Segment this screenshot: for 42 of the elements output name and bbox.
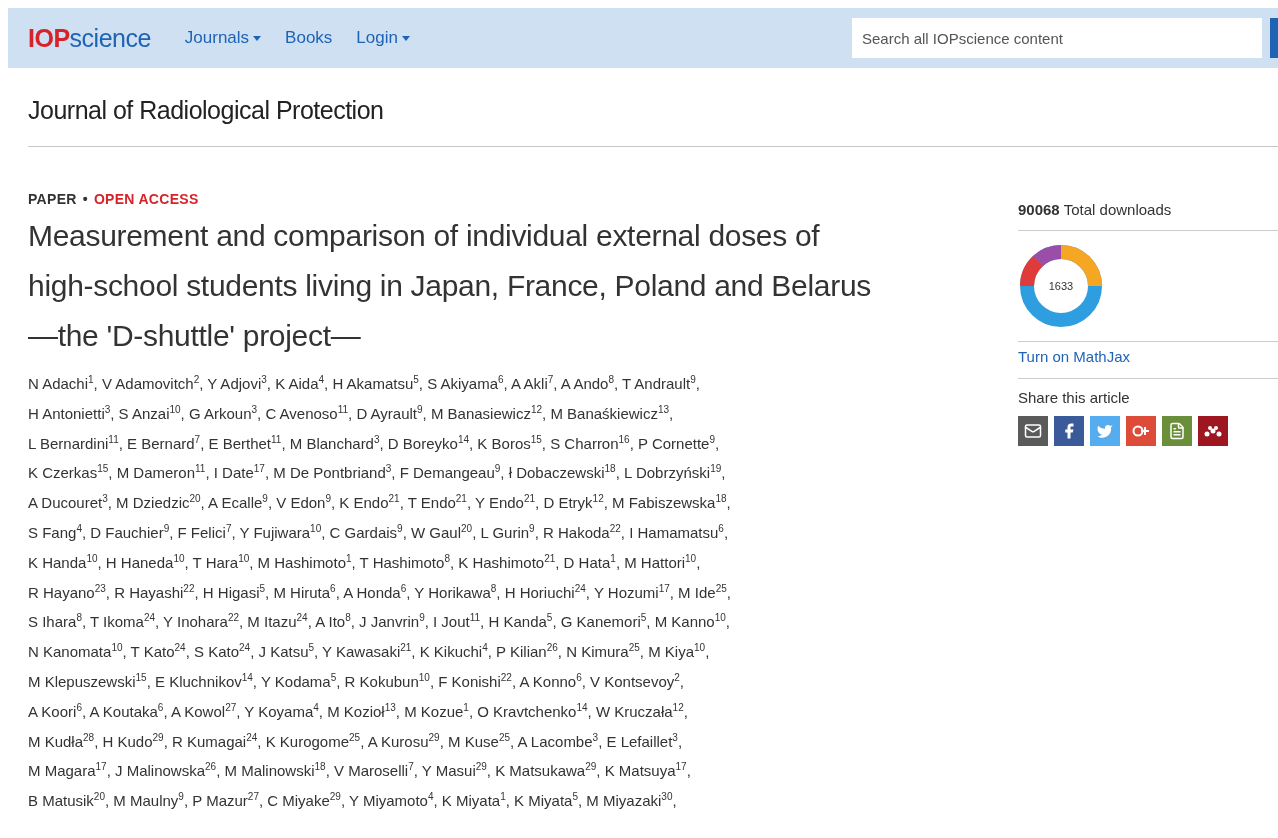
- mendeley-icon: [1204, 425, 1222, 437]
- author-list-line: M Klepuszewski$^{15}$, E Kluchnikov$^{14}$, Y Kodama$^{5}$, R Kokubun$^{10}$, F Konishi$^{22}$, A Konno$^{6}$, V Kontsevoy$^{2}$,: [28, 670, 686, 692]
- google-plus-icon: [1132, 424, 1150, 438]
- altmetric-donut-icon[interactable]: 1633: [1018, 243, 1104, 329]
- share-button[interactable]: [1126, 416, 1156, 446]
- author-list-line: K Czerkas$^{15}$, M Dameron$^{11}$, I Date$^{17}$, M De Pontbriand$^{3}$, F Demangeau$^{9}$, ł Dobaczewski$^{18}$, L Dobrzyński$^{19}$,: [28, 462, 727, 484]
- author-list-line: S Ihara$^{8}$, T Ikoma$^{24}$, Y Inohara$^{22}$, M Itazu$^{24}$, A Ito$^{8}$, J Janvrin$^{9}$, I Jout$^{11}$, H Kanda$^{5}$, G Kanemori$^{5}$, M Kanno$^{10}$,: [28, 611, 731, 633]
- author-list-line: L Bernardini$^{11}$, E Bernard$^{7}$, E Berthet$^{11}$, M Blanchard$^{3}$, D Boreyko$^{14}$, K Boros$^{15}$, S Charron$^{16}$, P Cornette$^{9}$,: [28, 432, 721, 454]
- author-list-line: H Antonietti$^{3}$, S Anzai$^{10}$, G Arkoun$^{3}$, C Avenoso$^{11}$, D Ayrault$^{9}$, M Banasiewicz$^{12}$, M Banaśkiewicz$^{13}$,: [28, 402, 675, 424]
- site-logo[interactable]: IOPscience: [28, 23, 151, 53]
- share-button[interactable]: [1198, 416, 1228, 446]
- download-count: 90068: [1018, 201, 1060, 218]
- author-list-line: A Koori$^{6}$, A Koutaka$^{6}$, A Kowol$^{27}$, Y Koyama$^{4}$, M Kozioł$^{13}$, M Kozue$^{1}$, O Kravtchenko$^{14}$, W Kruczała$^{12}$,: [28, 700, 689, 722]
- author-list-line: M Kudła$^{28}$, H Kudo$^{29}$, R Kumagai$^{24}$, K Kurogome$^{25}$, A Kurosu$^{29}$, M Kuse$^{25}$, A Lacombe$^{3}$, E Lefaillet$^{3}$,: [28, 730, 684, 752]
- share-heading: Share this article: [1018, 389, 1131, 406]
- nav-link[interactable]: Journals: [184, 28, 262, 48]
- article-title: Measurement and comparison of individual external doses of high-school students living in Japan, France, Poland and Belarus—the 'D-shuttle' project—: [28, 218, 872, 354]
- document-icon: [1168, 422, 1186, 440]
- article-type: PAPER: [28, 191, 77, 207]
- mathjax-link[interactable]: Turn on MathJax: [1018, 348, 1130, 365]
- nav-link[interactable]: Books: [285, 28, 333, 48]
- caret-icon: [401, 35, 410, 41]
- author-list-line: R Hayano$^{23}$, R Hayashi$^{22}$, H Higasi$^{5}$, M Hiruta$^{6}$, A Honda$^{6}$, Y Horikawa$^{8}$, H Horiuchi$^{24}$, Y Hozumi$^{17}$, M Ide$^{25}$,: [28, 581, 732, 603]
- author-list-line: N Adachi$^{1}$, V Adamovitch$^{2}$, Y Adjovi$^{3}$, K Aida$^{4}$, H Akamatsu$^{5}$, S Akiyama$^{6}$, A Akli$^{7}$, A Ando$^{8}$, T Andrault$^{9}$,: [28, 373, 701, 394]
- author-list-line: M Magara$^{17}$, J Malinowska$^{26}$, M Malinowski$^{18}$, V Maroselli$^{7}$, Y Masui$^{29}$, K Matsukawa$^{29}$, K Matsuya$^{17}$,: [28, 760, 692, 782]
- bird-icon: [1096, 422, 1114, 440]
- share-button[interactable]: [1018, 416, 1048, 446]
- author-list-line: K Handa$^{10}$, H Haneda$^{10}$, T Hara$^{10}$, M Hashimoto$^{1}$, T Hashimoto$^{8}$, K Hashimoto$^{21}$, D Hata$^{1}$, M Hattori$^{10}$,: [28, 551, 702, 573]
- search-field[interactable]: Search all IOPscience content: [852, 18, 1262, 58]
- downloads-label: Total downloads: [1063, 201, 1172, 218]
- author-list-line: N Kanomata$^{10}$, T Kato$^{24}$, S Kato$^{24}$, J Katsu$^{5}$, Y Kawasaki$^{21}$, K Kikuchi$^{4}$, P Kilian$^{26}$, N Kimura$^{25}$, M Kiya$^{10}$,: [28, 641, 711, 663]
- share-button[interactable]: [1054, 416, 1084, 446]
- author-list-line: B Matusik$^{20}$, M Maulny$^{9}$, P Mazur$^{27}$, C Miyake$^{29}$, Y Miyamoto$^{4}$, K Miyata$^{1}$, K Miyata$^{5}$, M Miyazaki$^{30}$,: [28, 790, 678, 812]
- nav-link[interactable]: Login: [356, 28, 410, 48]
- open-access-label: OPEN ACCESS: [93, 191, 199, 207]
- separator-dot: •: [82, 191, 88, 207]
- mail-icon: [1024, 422, 1042, 440]
- share-button[interactable]: [1162, 416, 1192, 446]
- author-list-line: A Ducouret$^{3}$, M Dziedzic$^{20}$, A Ecalle$^{9}$, V Edon$^{9}$, K Endo$^{21}$, T Endo$^{21}$, Y Endo$^{21}$, D Etryk$^{12}$, M Fabiszewska$^{18}$,: [28, 492, 732, 514]
- journal-title: Journal of Radiological Protection: [27, 95, 385, 126]
- caret-icon: [253, 35, 262, 41]
- author-list-line: S Fang$^{4}$, D Fauchier$^{9}$, F Felici$^{7}$, Y Fujiwara$^{10}$, C Gardais$^{9}$, W Gaul$^{20}$, L Gurin$^{9}$, R Hakoda$^{22}$, I Hamamatsu$^{6}$,: [28, 522, 730, 543]
